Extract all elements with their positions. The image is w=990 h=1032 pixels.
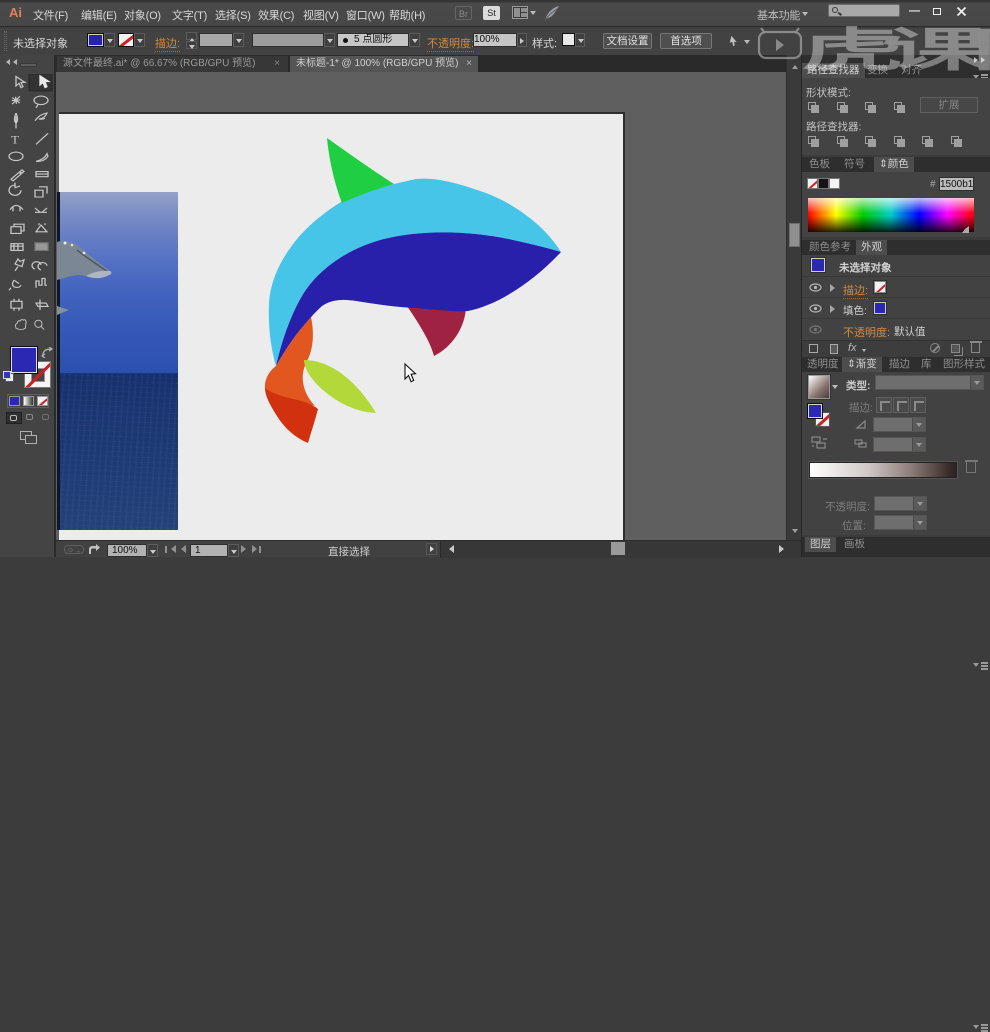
svg-text:T: T — [11, 133, 20, 146]
